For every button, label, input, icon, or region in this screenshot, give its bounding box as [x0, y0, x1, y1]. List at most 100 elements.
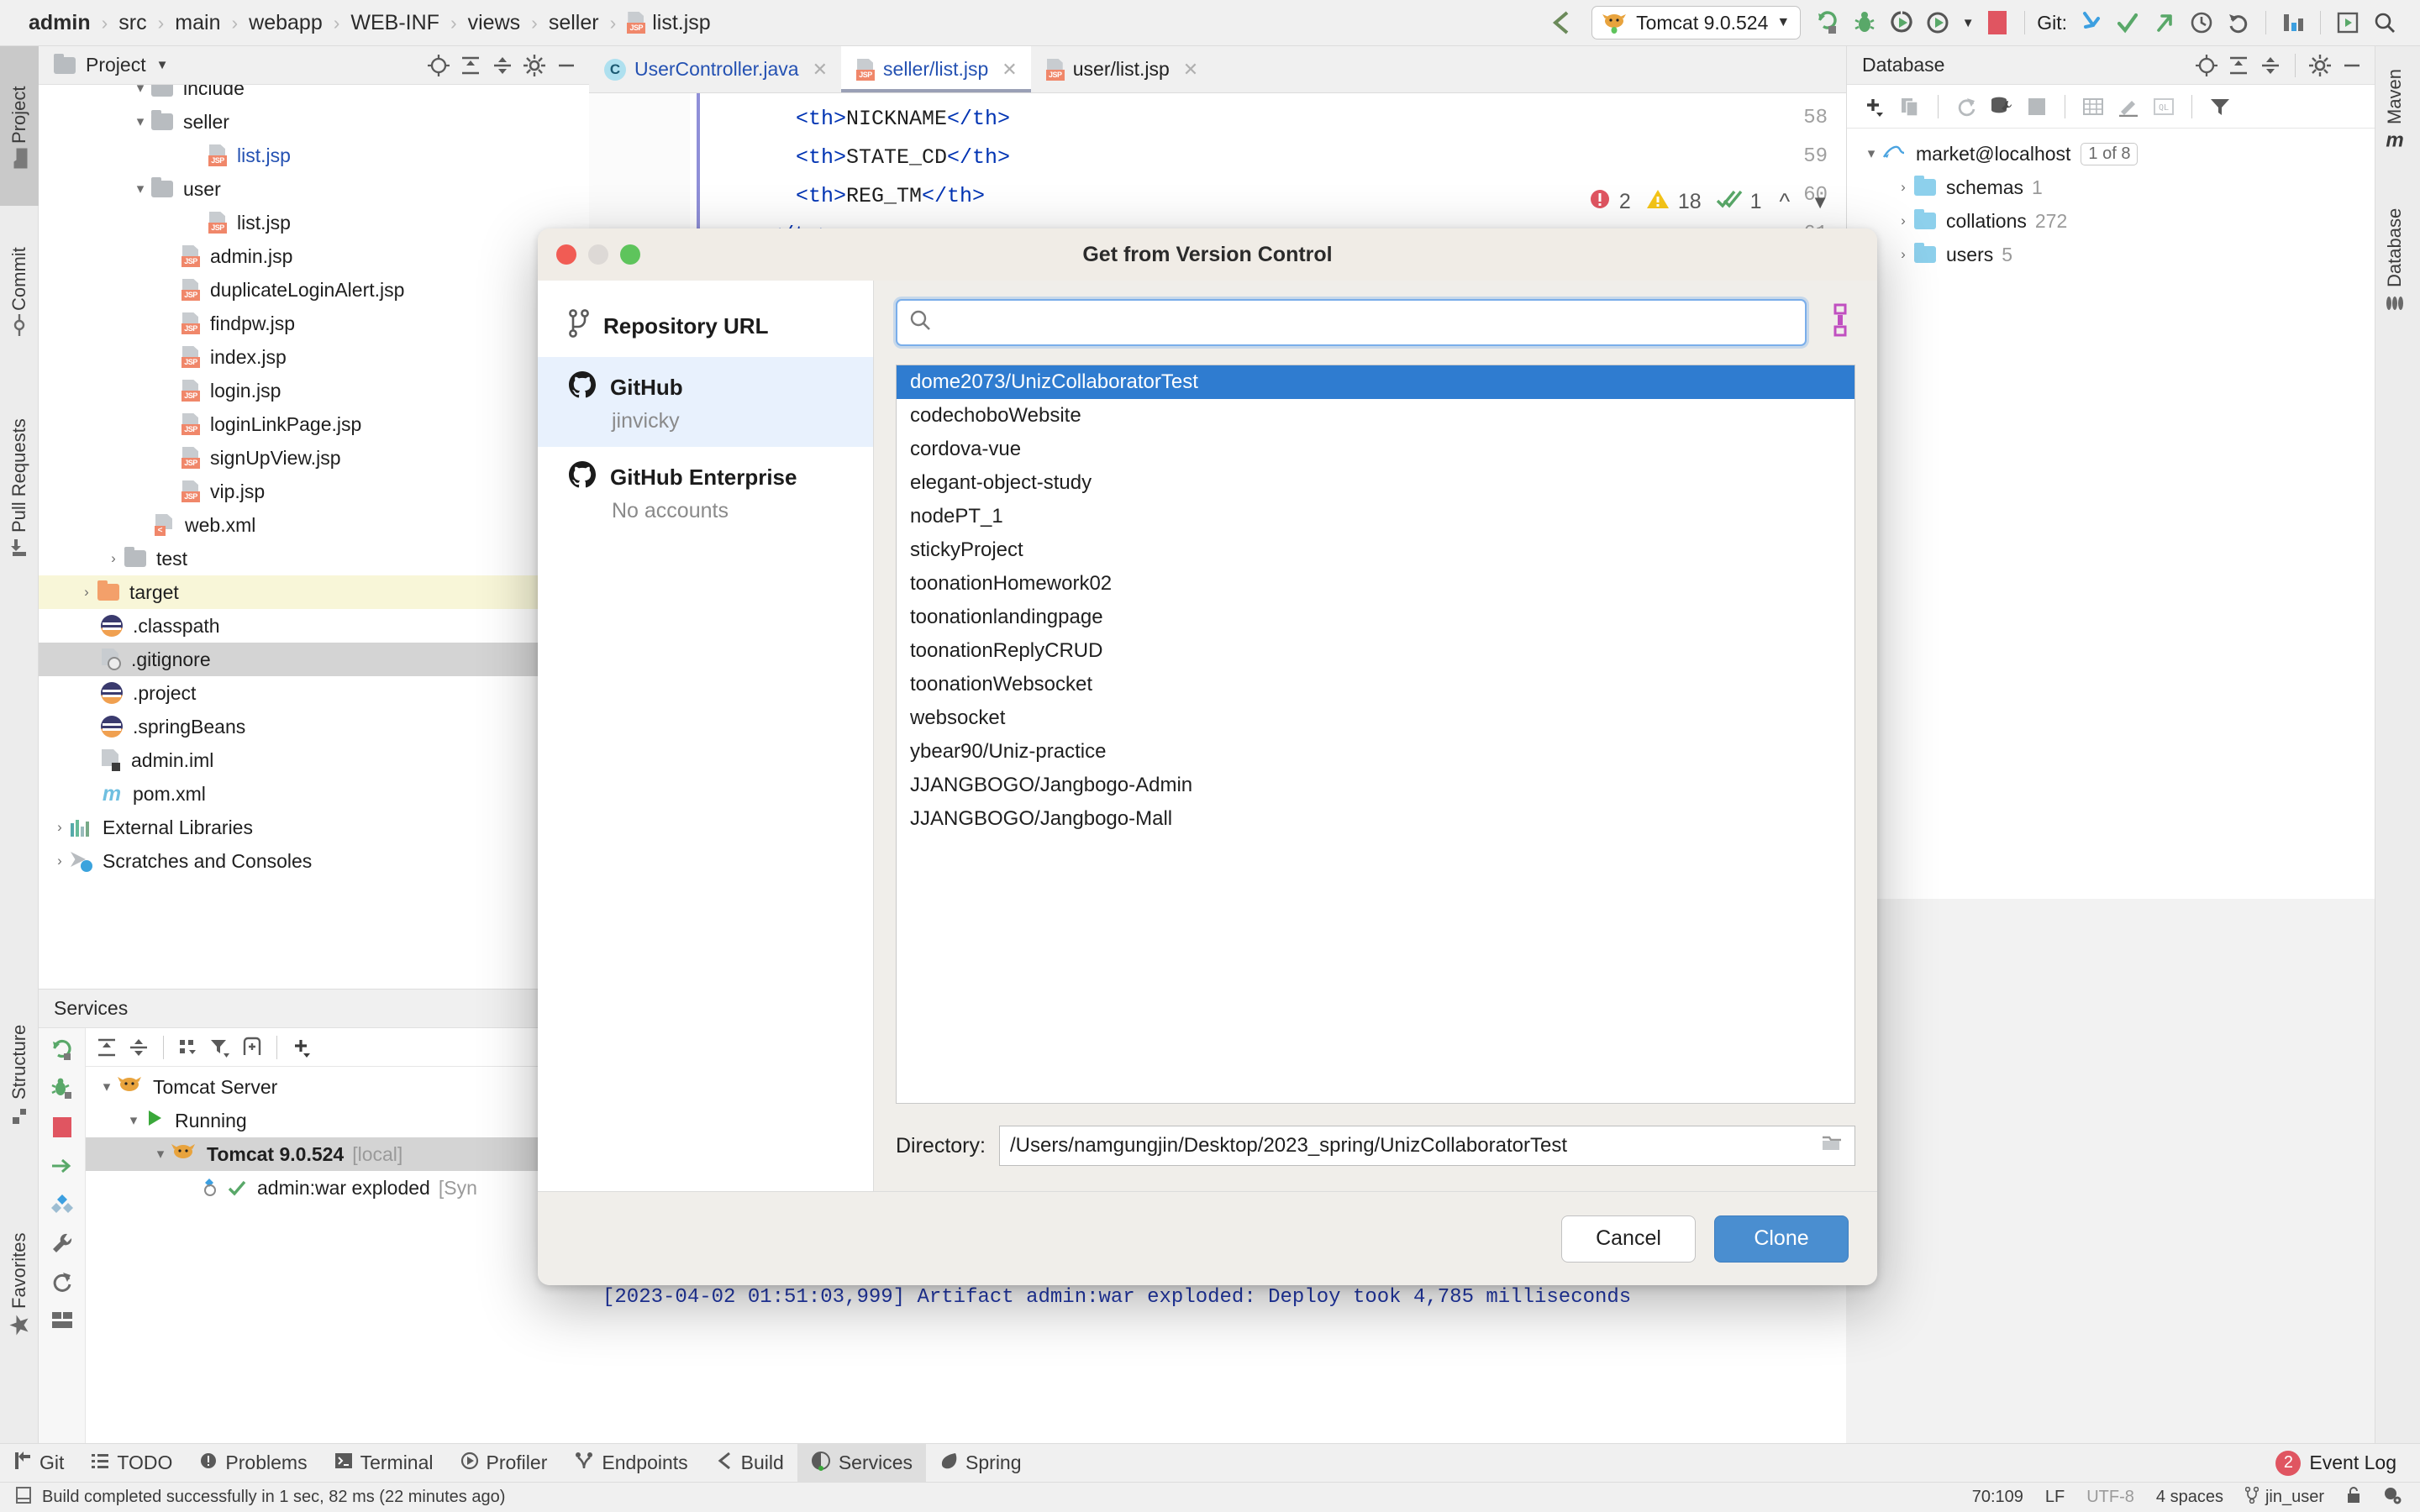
editor-tab[interactable]: user/list.jsp ✕	[1031, 46, 1212, 92]
repository-list-item[interactable]: codechoboWebsite	[897, 399, 1854, 433]
run-icon[interactable]	[1809, 4, 1846, 41]
breadcrumb-item-webinf[interactable]: WEB-INF	[347, 11, 443, 35]
debug-icon[interactable]	[45, 1072, 79, 1105]
sidebar-item-github-enterprise[interactable]: GitHub Enterprise No accounts	[538, 447, 873, 537]
tree-row[interactable]: duplicateLoginAlert.jsp	[39, 273, 589, 307]
chevron-right-icon[interactable]: ›	[76, 584, 97, 601]
services-tree-row[interactable]: ▾ Tomcat 9.0.524 [local]	[86, 1137, 589, 1171]
directory-field[interactable]: /Users/namgungjin/Desktop/2023_spring/Un…	[998, 1126, 1855, 1166]
chevron-right-icon[interactable]: ›	[49, 819, 71, 836]
browse-folder-icon[interactable]	[1821, 1133, 1844, 1159]
git-commit-icon[interactable]	[2109, 4, 2146, 41]
deploy-icon[interactable]	[45, 1149, 79, 1183]
refresh-icon[interactable]	[45, 1265, 79, 1299]
cancel-button[interactable]: Cancel	[1561, 1215, 1696, 1263]
bottom-tab-endpoints[interactable]: Endpoints	[560, 1444, 701, 1483]
chevron-down-icon[interactable]: ▾	[123, 1112, 145, 1129]
tree-row[interactable]: .project	[39, 676, 589, 710]
breadcrumb-item-admin[interactable]: admin	[25, 11, 94, 35]
get-from-version-control-dialog[interactable]: Get from Version Control Repository URL	[538, 228, 1877, 1285]
tree-row[interactable]: admin.iml	[39, 743, 589, 777]
add-datasource-icon[interactable]	[1859, 91, 1891, 123]
repository-list[interactable]: dome2073/UnizCollaboratorTest codechoboWe…	[896, 365, 1855, 1104]
editor-tab[interactable]: C UserController.java ✕	[589, 46, 841, 92]
clone-button[interactable]: Clone	[1714, 1215, 1849, 1263]
run-with-coverage-icon[interactable]	[1883, 4, 1920, 41]
tree-row[interactable]: index.jsp	[39, 340, 589, 374]
chevron-right-icon[interactable]: ›	[103, 550, 124, 567]
code-line[interactable]: <th>STATE_CD</th>	[715, 145, 1010, 170]
add-service-icon[interactable]	[286, 1032, 318, 1063]
copy-icon[interactable]	[1894, 91, 1926, 123]
repository-list-item[interactable]: toonationlandingpage	[897, 601, 1854, 634]
bottom-tab-build[interactable]: Build	[702, 1444, 797, 1483]
event-log-widget[interactable]: 2 Event Log	[2275, 1450, 2420, 1476]
dialog-sidebar[interactable]: Repository URL GitHub jinvicky GitHub En…	[538, 281, 874, 1191]
locate-file-icon[interactable]	[423, 50, 455, 81]
profile-icon[interactable]	[1920, 4, 1957, 41]
tree-row[interactable]: .gitignore	[39, 643, 589, 676]
gear-icon[interactable]	[518, 50, 550, 81]
collapse-all-icon[interactable]	[2254, 50, 2286, 81]
tree-row[interactable]: › test	[39, 542, 589, 575]
locate-icon[interactable]	[2191, 50, 2223, 81]
repository-list-item[interactable]: JJANGBOGO/Jangbogo-Admin	[897, 769, 1854, 802]
sidebar-item-maven[interactable]: m Maven	[2375, 46, 2414, 172]
github-refresh-icon[interactable]	[1825, 303, 1855, 342]
repository-list-item[interactable]: toonationWebsocket	[897, 668, 1854, 701]
tree-row[interactable]: .classpath	[39, 609, 589, 643]
tree-row[interactable]: ▾ user	[39, 172, 589, 206]
rerun-icon[interactable]	[45, 1033, 79, 1067]
debug-icon[interactable]	[1846, 4, 1883, 41]
tree-row[interactable]: list.jsp	[39, 139, 589, 172]
close-icon[interactable]: ✕	[997, 59, 1017, 81]
filter-icon[interactable]	[2204, 91, 2236, 123]
group-by-icon[interactable]	[172, 1032, 204, 1063]
breadcrumb-item-seller[interactable]: seller	[545, 11, 602, 35]
tree-row[interactable]: ▾ seller	[39, 105, 589, 139]
inspection-widget[interactable]: 2 18 1 ^ ▼	[1588, 187, 1829, 217]
code-line[interactable]: <th>NICKNAME</th>	[715, 107, 1010, 131]
services-tree-row[interactable]: admin:war exploded [Syn	[86, 1171, 589, 1205]
bottom-tab-problems[interactable]: Problems	[186, 1444, 320, 1483]
db-node-schemas[interactable]: › schemas 1	[1847, 171, 2375, 204]
caret-position[interactable]: 70:109	[1972, 1488, 2023, 1507]
repository-list-item[interactable]: elegant-object-study	[897, 466, 1854, 500]
bottom-tool-bar[interactable]: Git TODO Problems Terminal Profiler Endpoints…	[0, 1443, 2420, 1483]
chevron-down-icon[interactable]: ▾	[129, 85, 151, 97]
collapse-all-icon[interactable]	[123, 1032, 155, 1063]
file-encoding[interactable]: UTF-8	[2086, 1488, 2134, 1507]
chevron-down-icon[interactable]: ▾	[129, 113, 151, 130]
stop-icon[interactable]	[1979, 4, 2016, 41]
tree-row[interactable]: m pom.xml	[39, 777, 589, 811]
window-controls[interactable]	[556, 244, 640, 265]
chevron-down-icon[interactable]: ▾	[129, 181, 151, 197]
next-problem-icon[interactable]: ▼	[1797, 192, 1829, 213]
chevron-right-icon[interactable]: ›	[1892, 246, 1914, 263]
tree-row[interactable]: signUpView.jsp	[39, 441, 589, 475]
tree-row[interactable]: vip.jsp	[39, 475, 589, 508]
expand-all-icon[interactable]	[91, 1032, 123, 1063]
editor-tab[interactable]: seller/list.jsp ✕	[841, 46, 1031, 92]
bottom-tab-spring[interactable]: Spring	[926, 1444, 1034, 1483]
close-icon[interactable]: ✕	[1178, 59, 1198, 81]
edit-icon[interactable]	[2112, 91, 2144, 123]
chevron-down-icon[interactable]: ▾	[96, 1079, 118, 1095]
expand-all-icon[interactable]	[455, 50, 487, 81]
previous-problem-icon[interactable]: ^	[1770, 189, 1791, 215]
stop-icon[interactable]	[45, 1110, 79, 1144]
hide-panel-icon[interactable]	[550, 50, 582, 81]
expand-all-icon[interactable]	[2223, 50, 2254, 81]
chevron-down-icon[interactable]: ▼	[1957, 4, 1979, 41]
bottom-tab-todo[interactable]: TODO	[77, 1444, 186, 1483]
inspection-profile-icon[interactable]	[2383, 1486, 2402, 1509]
line-separator[interactable]: LF	[2045, 1488, 2065, 1507]
sidebar-item-pull-requests[interactable]: Pull Requests	[0, 374, 39, 601]
services-tree[interactable]: ▾ Tomcat Server ▾ Running ▾ Tomcat 9.0.524 [lo…	[86, 1067, 589, 1443]
git-rollback-icon[interactable]	[2220, 4, 2257, 41]
collapse-all-icon[interactable]	[487, 50, 518, 81]
indent-setting[interactable]: 4 spaces	[2156, 1488, 2223, 1507]
tree-row[interactable]: ▾ include	[39, 85, 589, 105]
repository-list-item[interactable]: toonationHomework02	[897, 567, 1854, 601]
sidebar-item-repository-url[interactable]: Repository URL	[538, 296, 873, 357]
